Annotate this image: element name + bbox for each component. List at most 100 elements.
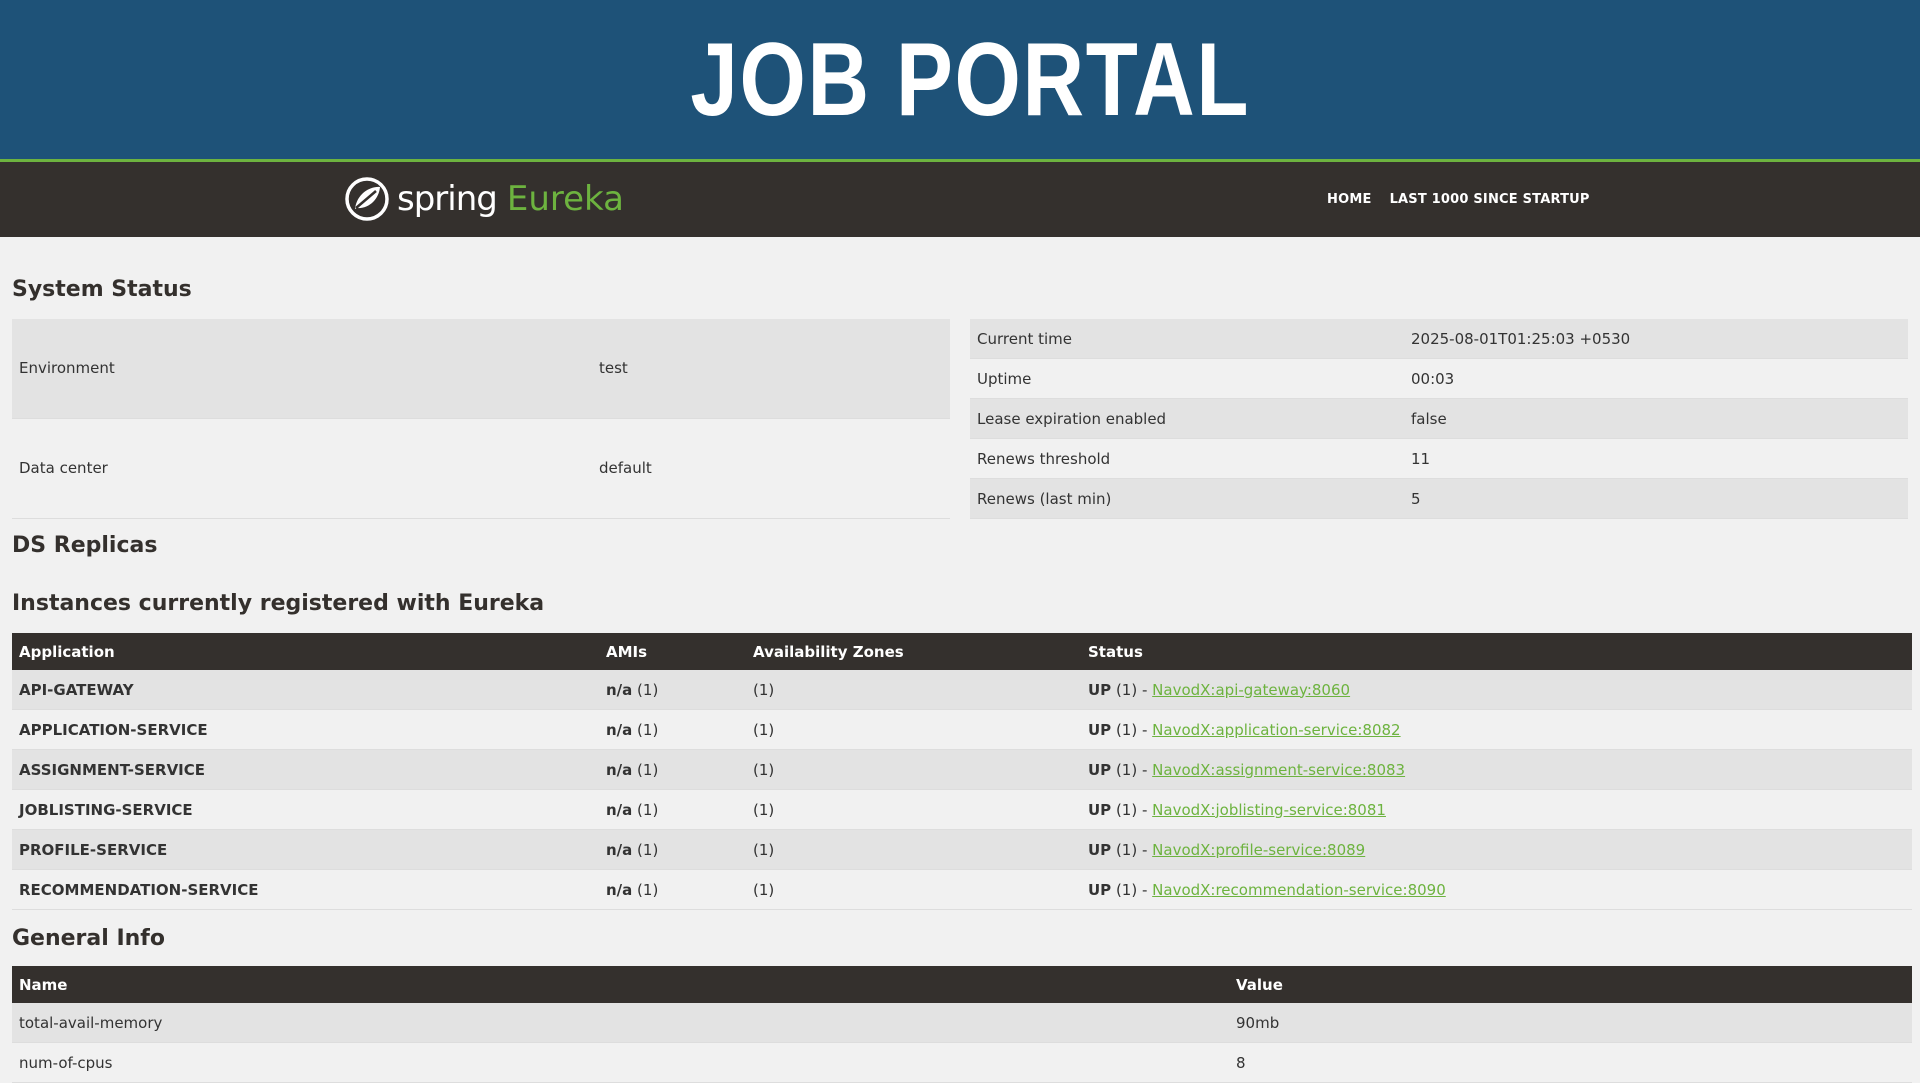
status-count: (1) - [1111,840,1153,859]
main-content: System Status Environment test Data cent… [0,237,1920,1083]
general-info-heading: General Info [12,926,165,951]
ds-replicas-heading: DS Replicas [12,533,158,558]
ami-count: (1) [632,760,659,779]
navbar: spring Eureka HOME LAST 1000 SINCE START… [0,162,1920,237]
zones-cell: (1) [746,670,1081,710]
spring-leaf-icon [345,177,389,221]
brand-spring-text: spring [397,179,498,219]
status-state: UP [1088,880,1112,899]
ami-name: n/a [606,800,633,819]
info-value: 90mb [1229,1003,1912,1043]
column-header-application: Application [12,633,599,670]
status-state: UP [1088,800,1112,819]
application-name: PROFILE-SERVICE [12,829,599,870]
status-value: 00:03 [1404,358,1908,399]
status-cell: UP (1) - NavodX:api-gateway:8060 [1081,670,1912,710]
table-row: Renews (last min) 5 [970,478,1908,519]
table-row: RECOMMENDATION-SERVICE n/a (1) (1) UP (1… [12,869,1912,910]
status-state: UP [1088,720,1112,739]
ami-count: (1) [632,680,659,699]
zones-cell: (1) [746,829,1081,870]
instance-link[interactable]: NavodX:application-service:8082 [1152,721,1400,739]
status-key: Renews (last min) [970,478,1404,519]
system-status-right-table: Current time 2025-08-01T01:25:03 +0530 U… [970,319,1908,519]
ami-count: (1) [632,800,659,819]
instance-link[interactable]: NavodX:recommendation-service:8090 [1152,881,1446,899]
ami-name: n/a [606,680,633,699]
brand-logo[interactable]: spring Eureka [345,176,624,222]
info-name: num-of-cpus [12,1042,1229,1083]
table-row: APPLICATION-SERVICE n/a (1) (1) UP (1) -… [12,709,1912,750]
brand-eureka-text: Eureka [506,179,624,219]
status-state: UP [1088,680,1112,699]
instance-link[interactable]: NavodX:joblisting-service:8081 [1152,801,1386,819]
status-cell: UP (1) - NavodX:joblisting-service:8081 [1081,789,1912,830]
status-key: Lease expiration enabled [970,398,1404,439]
ami-name: n/a [606,840,633,859]
application-name: API-GATEWAY [12,670,599,710]
table-row: JOBLISTING-SERVICE n/a (1) (1) UP (1) - … [12,789,1912,830]
ami-cell: n/a (1) [599,670,746,710]
status-key: Environment [12,319,592,419]
column-header-value: Value [1229,966,1912,1003]
table-row: num-of-cpus 8 [12,1042,1912,1083]
table-row: Current time 2025-08-01T01:25:03 +0530 [970,319,1908,359]
application-name: RECOMMENDATION-SERVICE [12,869,599,910]
table-row: Uptime 00:03 [970,358,1908,399]
status-cell: UP (1) - NavodX:application-service:8082 [1081,709,1912,750]
status-key: Current time [970,319,1404,359]
zones-cell: (1) [746,749,1081,790]
table-row: Lease expiration enabled false [970,398,1908,439]
status-value: test [592,319,950,419]
status-value: 5 [1404,478,1908,519]
system-status-section: Environment test Data center default Cur… [12,319,1908,520]
system-status-heading: System Status [12,277,192,302]
status-count: (1) - [1111,720,1153,739]
nav-links: HOME LAST 1000 SINCE STARTUP [1327,162,1590,237]
application-name: JOBLISTING-SERVICE [12,789,599,830]
instance-link[interactable]: NavodX:profile-service:8089 [1152,841,1365,859]
nav-home-link[interactable]: HOME [1327,192,1372,207]
info-value: 8 [1229,1042,1912,1083]
instances-heading: Instances currently registered with Eure… [12,591,545,616]
ami-cell: n/a (1) [599,869,746,910]
status-value: default [592,418,950,520]
column-header-amis: AMIs [599,633,746,670]
ami-cell: n/a (1) [599,709,746,750]
status-count: (1) - [1111,800,1153,819]
ami-count: (1) [632,720,659,739]
info-name: total-avail-memory [12,1003,1229,1043]
table-row: Environment test [12,319,950,419]
ami-name: n/a [606,720,633,739]
status-key: Renews threshold [970,438,1404,479]
status-cell: UP (1) - NavodX:assignment-service:8083 [1081,749,1912,790]
nav-last-1000-link[interactable]: LAST 1000 SINCE STARTUP [1390,192,1590,207]
zones-cell: (1) [746,709,1081,750]
ami-count: (1) [632,840,659,859]
zones-cell: (1) [746,789,1081,830]
page-banner: JOB PORTAL [0,0,1920,162]
ami-cell: n/a (1) [599,829,746,870]
instance-link[interactable]: NavodX:assignment-service:8083 [1152,761,1405,779]
instance-link[interactable]: NavodX:api-gateway:8060 [1152,681,1350,699]
table-row: Data center default [12,418,950,520]
status-cell: UP (1) - NavodX:profile-service:8089 [1081,829,1912,870]
system-status-left-table: Environment test Data center default [12,319,950,520]
table-row: Renews threshold 11 [970,438,1908,479]
table-header-row: Application AMIs Availability Zones Stat… [12,633,1912,670]
column-header-zones: Availability Zones [746,633,1081,670]
ami-cell: n/a (1) [599,789,746,830]
column-header-name: Name [12,966,1229,1003]
status-key: Uptime [970,358,1404,399]
status-state: UP [1088,760,1112,779]
status-value: 11 [1404,438,1908,479]
table-header-row: Name Value [12,966,1912,1003]
banner-title: JOB PORTAL [690,21,1250,138]
application-name: ASSIGNMENT-SERVICE [12,749,599,790]
ami-name: n/a [606,760,633,779]
status-value: false [1404,398,1908,439]
application-name: APPLICATION-SERVICE [12,709,599,750]
general-info-table: Name Value total-avail-memory 90mb num-o… [12,966,1912,1083]
status-state: UP [1088,840,1112,859]
table-row: ASSIGNMENT-SERVICE n/a (1) (1) UP (1) - … [12,749,1912,790]
